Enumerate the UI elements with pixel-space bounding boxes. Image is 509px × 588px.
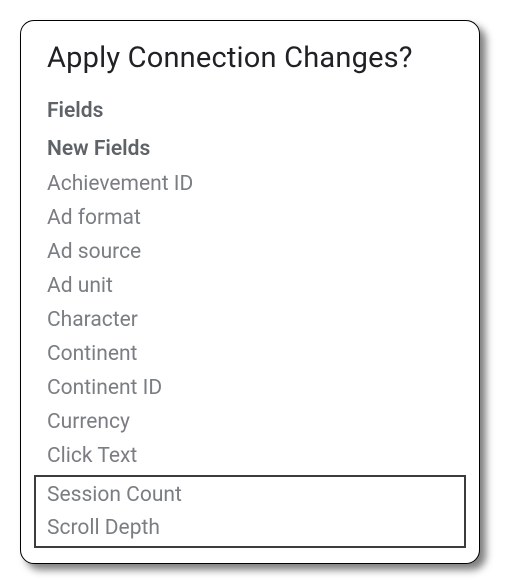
- new-fields-list: Achievement ID Ad format Ad source Ad un…: [47, 167, 453, 473]
- list-item: Continent: [47, 337, 453, 371]
- list-item: Ad unit: [47, 269, 453, 303]
- list-item: Character: [47, 303, 453, 337]
- fields-heading: Fields: [47, 99, 453, 123]
- list-item: Achievement ID: [47, 167, 453, 201]
- list-item: Ad source: [47, 235, 453, 269]
- list-item: Ad format: [47, 201, 453, 235]
- dialog-title: Apply Connection Changes?: [47, 41, 453, 75]
- highlighted-fields-box: Session Count Scroll Depth: [34, 475, 466, 548]
- list-item: Currency: [47, 405, 453, 439]
- new-fields-heading: New Fields: [47, 137, 453, 161]
- highlighted-fields-list: Session Count Scroll Depth: [47, 479, 453, 544]
- list-item: Continent ID: [47, 371, 453, 405]
- list-item: Click Text: [47, 439, 453, 473]
- apply-connection-changes-dialog: Apply Connection Changes? Fields New Fie…: [20, 20, 480, 564]
- list-item: Session Count: [47, 479, 453, 512]
- list-item: Scroll Depth: [47, 512, 453, 545]
